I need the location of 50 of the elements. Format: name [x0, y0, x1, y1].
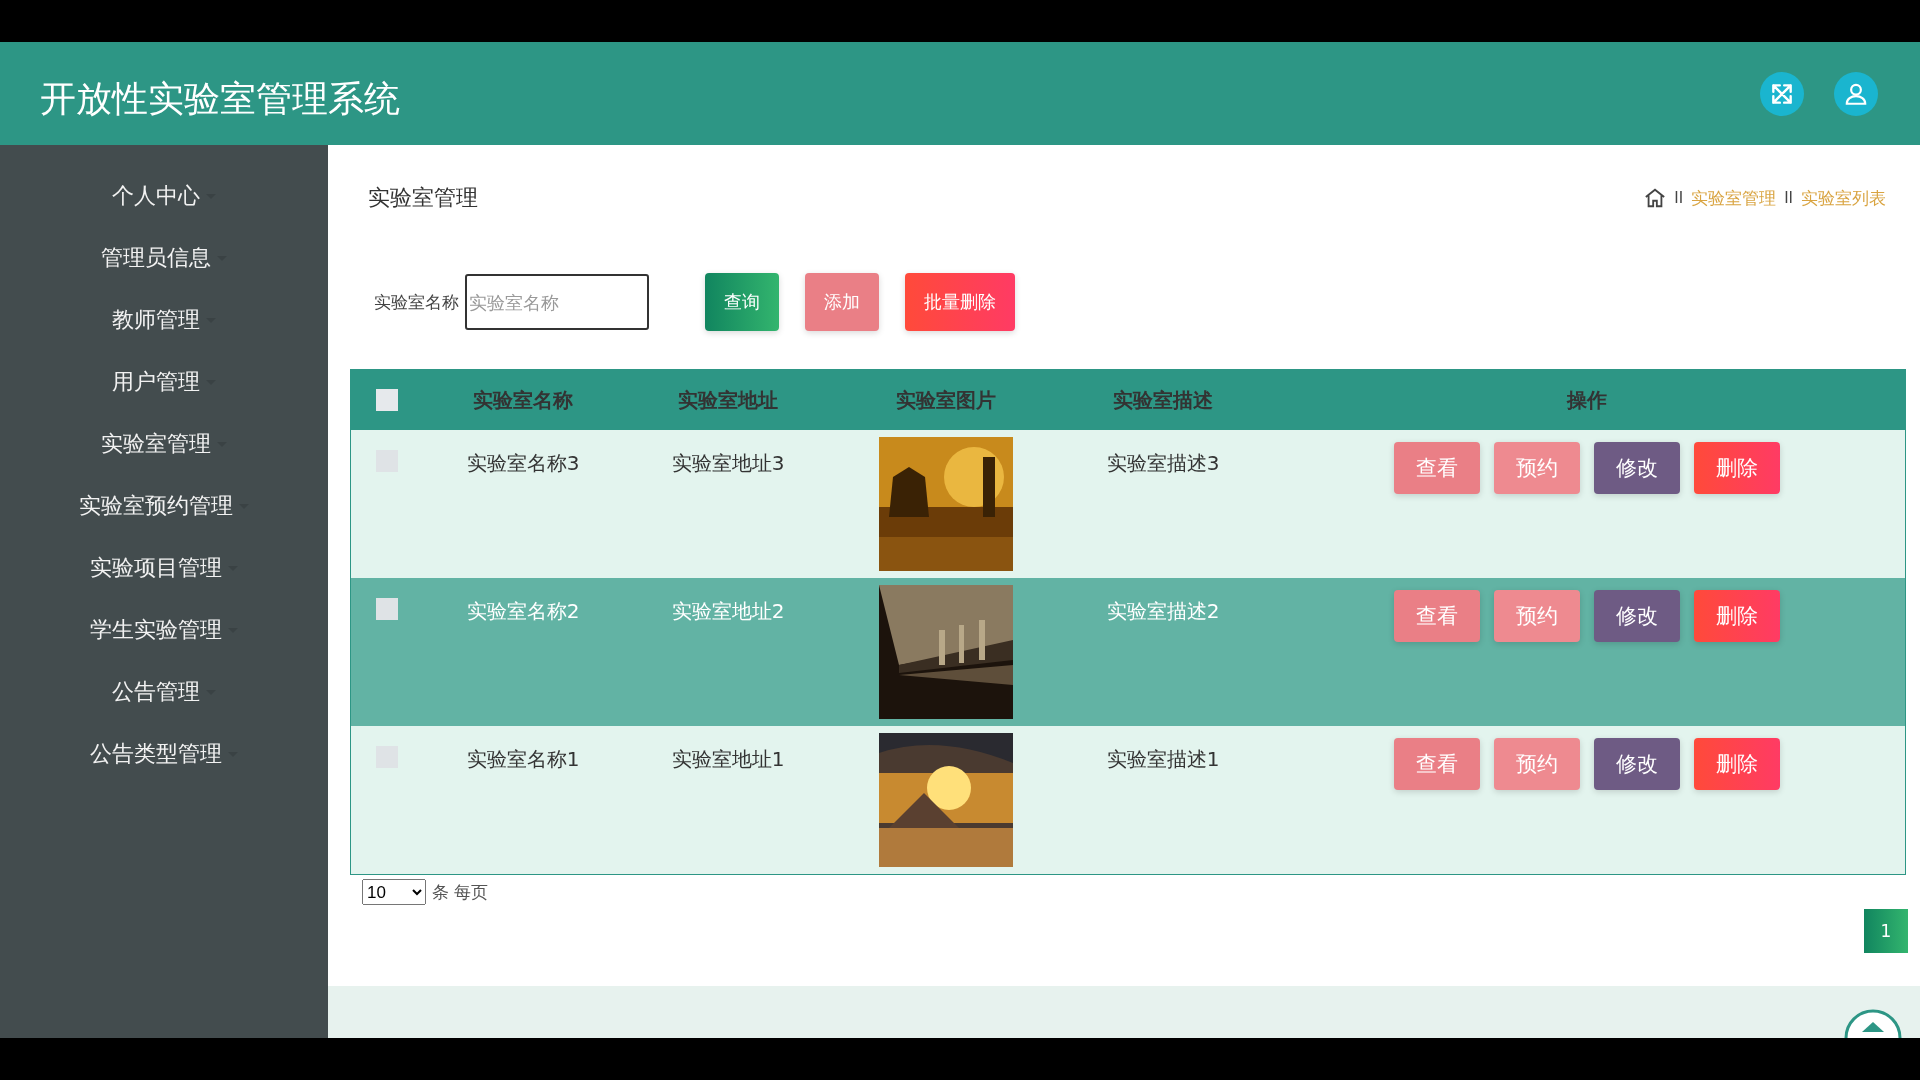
table-cell: 实验室描述1 [1106, 746, 1220, 773]
sidebar-item[interactable]: 个人中心 [0, 165, 328, 227]
table-cell: 实验室地址3 [671, 450, 785, 477]
page-size-label: 条 每页 [432, 880, 489, 904]
table-row[interactable]: 实验室名称2 实验室地址2 实验室描述2 查看 预约 修改 删除 [351, 578, 1905, 726]
home-icon[interactable] [1644, 187, 1667, 209]
sidebar-item[interactable]: 公告管理 [0, 661, 328, 723]
fullscreen-icon[interactable] [1760, 71, 1804, 116]
table-cell: 实验室描述2 [1106, 598, 1220, 625]
column-header: 实验室图片 [895, 386, 996, 414]
sidebar-item[interactable]: 实验室预约管理 [0, 475, 328, 537]
user-icon[interactable] [1834, 71, 1878, 116]
page-size-select[interactable]: 10 [362, 879, 426, 905]
search-field[interactable]: 实验室名称 [465, 274, 649, 330]
delete-button[interactable]: 删除 [1693, 590, 1780, 642]
table-cell: 实验室名称3 [466, 450, 580, 477]
delete-button[interactable]: 删除 [1693, 738, 1780, 790]
sidebar-item[interactable]: 教师管理 [0, 289, 328, 351]
edit-button[interactable]: 修改 [1593, 590, 1680, 642]
sidebar-item[interactable]: 用户管理 [0, 351, 328, 413]
breadcrumb-separator: II [1784, 189, 1793, 207]
table-row[interactable]: 实验室名称3 实验室地址3 实验室描述3 查看 预约 修改 删除 [351, 430, 1905, 578]
table-cell: 实验室描述3 [1106, 450, 1220, 477]
sidebar-item[interactable]: 学生实验管理 [0, 599, 328, 661]
sidebar-item[interactable]: 公告类型管理 [0, 723, 328, 785]
edit-button[interactable]: 修改 [1593, 738, 1680, 790]
column-header: 实验室名称 [473, 386, 573, 414]
table-cell: 实验室名称1 [466, 746, 580, 773]
edit-button[interactable]: 修改 [1593, 442, 1680, 494]
column-header: 实验室描述 [1113, 386, 1213, 414]
search-label: 实验室名称 [374, 290, 459, 314]
page-button[interactable]: 1 [1864, 909, 1908, 953]
table-cell: 实验室地址1 [671, 746, 785, 773]
table-cell: 实验室名称2 [466, 598, 580, 625]
page-title: 实验室管理 [368, 184, 478, 212]
column-header: 操作 [1566, 386, 1607, 414]
delete-button[interactable]: 删除 [1693, 442, 1780, 494]
row-checkbox[interactable] [376, 598, 398, 620]
table-cell: 实验室地址2 [671, 598, 785, 625]
back-to-top-icon[interactable] [1844, 1008, 1902, 1038]
table-row[interactable]: 实验室名称1 实验室地址1 实验室描述1 查看 预约 修改 删除 [351, 726, 1905, 874]
sidebar-item[interactable]: 实验室管理 [0, 413, 328, 475]
batch-delete-button[interactable]: 批量删除 [905, 273, 1015, 331]
select-all-checkbox[interactable] [376, 389, 398, 411]
sidebar-item[interactable]: 管理员信息 [0, 227, 328, 289]
app-title: 开放性实验室管理系统 [40, 77, 400, 121]
breadcrumb-separator: II [1674, 189, 1684, 207]
search-button[interactable]: 查询 [705, 273, 779, 331]
sidebar-item[interactable]: 实验项目管理 [0, 537, 328, 599]
column-header: 实验室地址 [678, 386, 778, 414]
